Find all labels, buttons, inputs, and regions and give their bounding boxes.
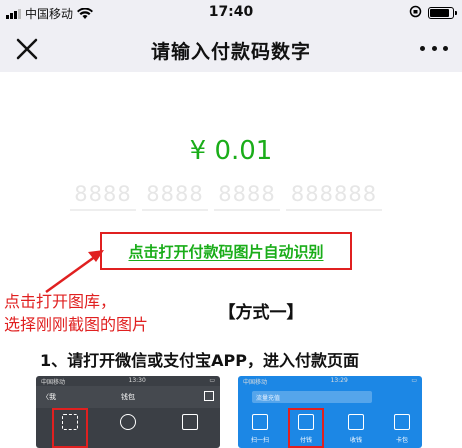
thumb-carrier: 中国移动 [41,379,66,386]
status-bar: 中国移动 17:40 [0,0,462,26]
thumb-label: 卡包 [395,437,408,444]
status-right [409,5,457,21]
thumb-header: 流量充值 [238,386,422,408]
auto-recognize-button[interactable]: 点击打开付款码图片自动识别 [100,232,352,270]
thumb-header: 〈我 钱包 [36,386,220,408]
code-segment[interactable]: 8888 [142,182,208,211]
thumb-label: 扫一扫 [250,437,269,444]
receive-icon [348,414,364,430]
thumb-carrier: 中国移动 [243,379,268,386]
page-title: 请输入付款码数字 [150,41,311,63]
thumb-label: 收钱 [349,437,362,444]
more-dot [431,45,437,51]
code-segment[interactable]: 8888 [70,182,136,211]
thumb-time: 13:29 [330,377,348,384]
thumb-icons: 扫一扫 付钱 收钱 卡包 [238,408,422,448]
thumb-icons [36,408,220,448]
payment-code-input[interactable]: 8888 8888 8888 888888 [70,182,382,211]
battery-icon [428,7,457,19]
more-dot [420,45,425,51]
wechat-wallet-screenshot: 中国移动 13:30 ▭ 〈我 钱包 [36,376,220,448]
thumb-status-bar: 中国移动 13:30 ▭ [36,376,220,386]
payment-amount: ¥ 0.01 [189,136,273,166]
more-button[interactable] [420,38,448,58]
status-time: 17:40 [208,4,254,20]
auto-recognize-label: 点击打开付款码图片自动识别 [128,242,324,261]
thumb-status-bar: 中国移动 13:29 ▭ [238,376,422,386]
card-icon [182,414,198,430]
scan-icon [252,414,268,430]
code-segment[interactable]: 888888 [286,182,382,211]
thumb-battery-icon: ▭ [209,377,215,384]
main-content: ¥ 0.01 8888 8888 8888 888888 点击打开付款码图片自动… [0,72,462,448]
cardpack-icon [394,414,410,430]
thumb-battery-icon: ▭ [411,377,417,384]
orientation-lock-icon [409,5,422,21]
alipay-home-screenshot: 中国移动 13:29 ▭ 流量充值 扫一扫 付钱 收钱 卡包 [238,376,422,448]
thumb-title: 钱包 [121,393,135,401]
nav-bar: 请输入付款码数字 [0,26,462,72]
yuan-icon [120,414,136,430]
more-dot [443,45,448,51]
step-instruction: 1、请打开微信或支付宝APP，进入付款页面 [40,351,359,370]
thumb-search: 流量充值 [252,391,372,403]
thumb-time: 13:30 [128,377,146,384]
method-title: 【方式一】 [218,303,304,323]
code-segment[interactable]: 8888 [214,182,280,211]
thumb-menu-icon [204,391,214,401]
highlight-box [52,408,88,448]
highlight-box [288,408,324,448]
